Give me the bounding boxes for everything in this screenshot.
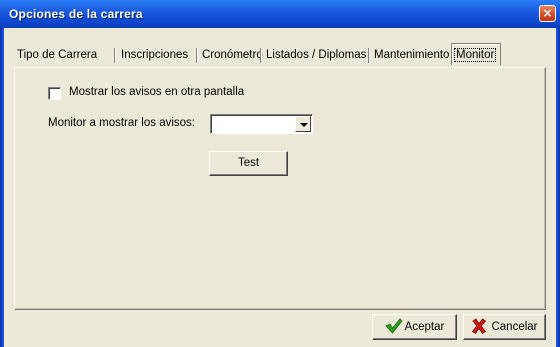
dialog-window: Opciones de la carrera × Tipo de Carrera… xyxy=(0,0,560,347)
x-mark-icon xyxy=(471,318,487,335)
window-frame-right xyxy=(556,28,560,347)
window-title: Opciones de la carrera xyxy=(9,7,143,21)
window-frame-left xyxy=(0,28,4,347)
tab-mantenimiento[interactable]: Mantenimiento xyxy=(371,45,452,65)
test-button[interactable]: Test xyxy=(209,151,288,176)
accept-button[interactable]: Aceptar xyxy=(372,314,457,340)
close-icon: × xyxy=(542,6,553,20)
close-button[interactable]: × xyxy=(539,5,556,22)
tab-separator xyxy=(260,48,261,63)
tab-label: Inscripciones xyxy=(121,49,189,61)
tab-cronometro[interactable]: Cronómetro xyxy=(199,45,266,65)
title-bar[interactable]: Opciones de la carrera × xyxy=(0,0,560,28)
tab-listados-diplomas[interactable]: Listados / Diplomas xyxy=(263,45,369,65)
tab-label: Listados / Diplomas xyxy=(266,49,367,61)
tab-separator xyxy=(368,48,369,63)
checkmark-icon xyxy=(385,318,403,334)
tab-tipo-de-carrera[interactable]: Tipo de Carrera xyxy=(14,45,100,65)
tab-inscripciones[interactable]: Inscripciones xyxy=(118,45,191,65)
show-alerts-checkbox[interactable] xyxy=(48,87,61,100)
tab-panel-monitor xyxy=(14,67,546,310)
show-alerts-label[interactable]: Mostrar los avisos en otra pantalla xyxy=(69,86,244,98)
test-button-label: Test xyxy=(237,157,260,169)
chevron-down-icon[interactable] xyxy=(295,116,311,132)
tab-label: Tipo de Carrera xyxy=(17,49,98,61)
tab-monitor[interactable]: Monitor xyxy=(451,43,501,65)
tab-separator xyxy=(114,48,115,63)
tab-label: Cronómetro xyxy=(202,49,263,61)
accept-button-label: Aceptar xyxy=(404,321,445,333)
tab-separator xyxy=(196,48,197,63)
monitor-select-label: Monitor a mostrar los avisos: xyxy=(48,117,195,129)
tab-label: Monitor xyxy=(453,48,497,62)
cancel-button-label: Cancelar xyxy=(491,321,538,333)
cancel-button[interactable]: Cancelar xyxy=(463,314,546,340)
tab-label: Mantenimiento xyxy=(374,49,450,61)
monitor-select[interactable] xyxy=(210,114,313,134)
